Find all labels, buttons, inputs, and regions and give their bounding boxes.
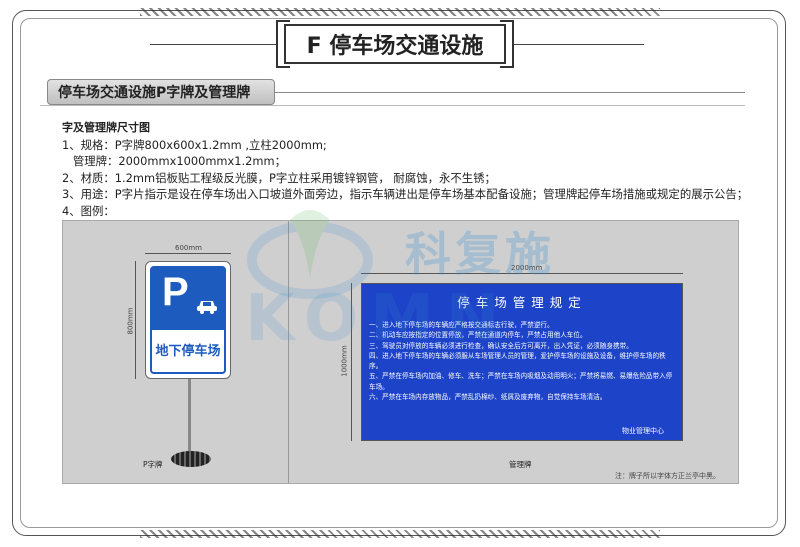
font-note: 注：牌子所以字体方正兰亭中黑。 (615, 472, 720, 480)
section-title: 停车场交通设施P字牌及管理牌 (47, 79, 275, 105)
title-rule-right (514, 44, 644, 45)
p-letter: P (162, 270, 189, 314)
p-sign: P 地下停车场 (145, 261, 231, 379)
spec-line: 3、用途：P字片指示是设在停车场出入口坡道外面旁边，指示车辆进出是停车场基本配备… (62, 187, 749, 202)
spec-line: 管理牌：2000mmx1000mmx1.2mm； (62, 154, 286, 169)
p-height-label: 800mm (126, 307, 135, 335)
p-height-dimension-line (135, 261, 136, 379)
spec-line: 1、规格：P字牌800x600x1.2mm ,立柱2000mm; (62, 137, 327, 152)
p-sign-label: 地下停车场 (155, 344, 221, 359)
p-sign-caption: P字牌 (143, 460, 163, 469)
car-icon (197, 301, 217, 314)
rule-item: 五、严禁在停车场内加油、修车、洗车；严禁在车场内吸烟及动用明火；严禁将易燃、易爆… (369, 372, 673, 391)
decorative-bottom-border (140, 530, 660, 538)
section-underline (40, 105, 745, 106)
p-sign-blue-panel: P (152, 268, 224, 330)
p-sign-pole (188, 379, 191, 457)
p-width-dimension-line (145, 253, 231, 254)
rule-item: 六、严禁在车场内存放物品，严禁乱扔棉纱、纸屑及废弃物，自觉保持车场清洁。 (369, 393, 607, 402)
section-title-text: 停车场交通设施P字牌及管理牌 (58, 85, 251, 101)
spec-heading: 字及管理牌尺寸图 (62, 121, 150, 134)
decorative-top-border (140, 8, 660, 16)
management-board-caption: 管理牌 (509, 460, 532, 469)
p-sign-base (171, 451, 211, 467)
spec-text: 字及管理牌尺寸图 1、规格：P字牌800x600x1.2mm ,立柱2000mm… (62, 120, 748, 220)
p-sign-face: P 地下停车场 (150, 266, 226, 374)
spec-line: 2、材质：1.2mm铝板贴工程级反光膜，P字立柱采用镀锌钢管， 耐腐蚀，永不生锈… (62, 170, 496, 185)
watermark-chinese-text: 科复施 (405, 227, 555, 281)
section-rule (275, 92, 745, 93)
page-title: F 停车场交通设施 (276, 20, 506, 68)
page-title-text: F 停车场交通设施 (306, 34, 484, 59)
watermark-english-text: KOMN (245, 282, 512, 356)
title-rule-left (150, 44, 276, 45)
p-width-label: 600mm (175, 244, 202, 252)
management-signature: 物业管理中心 (622, 427, 664, 435)
